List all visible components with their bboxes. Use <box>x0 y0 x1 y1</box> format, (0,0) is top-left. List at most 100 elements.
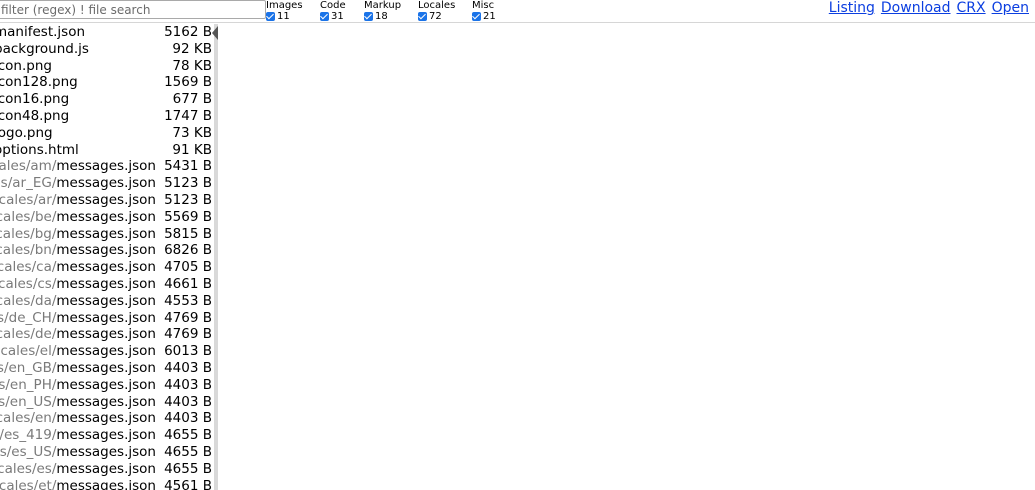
file-dir: _locales/es_419/ <box>0 427 57 444</box>
checkbox-code[interactable] <box>320 12 329 21</box>
file-name[interactable]: _locales/en_GB/messages.json <box>0 360 156 377</box>
file-row[interactable]: _locales/de/messages.json 4769 B <box>0 326 214 343</box>
file-size: 1569 B <box>164 74 212 91</box>
file-dir: _locales/be/ <box>0 208 57 225</box>
file-name[interactable]: _locales/bn/messages.json <box>0 242 156 259</box>
file-basename: messages.json <box>56 242 156 259</box>
file-name[interactable]: _locales/et/messages.json <box>0 478 156 490</box>
file-name[interactable]: _locales/bg/messages.json <box>0 226 156 243</box>
category-images[interactable]: Images 11 <box>266 0 303 22</box>
toolbar: Images 11 Code 31 Markup 18 Locales 72 M… <box>0 0 1035 23</box>
file-name[interactable]: icon16.png <box>0 91 69 108</box>
file-name[interactable]: _locales/el/messages.json <box>0 343 156 360</box>
file-size: 73 KB <box>172 124 212 141</box>
file-basename: messages.json <box>56 158 156 175</box>
file-name[interactable]: _locales/es/messages.json <box>0 461 156 478</box>
file-name[interactable]: _locales/am/messages.json <box>0 158 156 175</box>
file-name[interactable]: _locales/ar_EG/messages.json <box>0 175 156 192</box>
file-row[interactable]: _locales/en_US/messages.json 4403 B <box>0 394 214 411</box>
download-link[interactable]: Download <box>881 0 951 16</box>
file-basename: messages.json <box>56 191 156 208</box>
file-row[interactable]: icon16.png 677 B <box>0 91 214 108</box>
file-row[interactable]: options.html 91 KB <box>0 142 214 159</box>
category-misc[interactable]: Misc 21 <box>472 0 496 22</box>
file-row[interactable]: _locales/en/messages.json 4403 B <box>0 410 214 427</box>
file-name[interactable]: _locales/es_419/messages.json <box>0 427 156 444</box>
file-dir: _locales/ar/ <box>0 191 57 208</box>
file-size: 5123 B <box>164 175 212 192</box>
file-name[interactable]: _locales/de/messages.json <box>0 326 156 343</box>
category-count: 72 <box>429 11 442 22</box>
file-row[interactable]: icon.png 78 KB <box>0 58 214 75</box>
file-basename: icon.png <box>0 57 52 74</box>
file-row[interactable]: _locales/de_CH/messages.json 4769 B <box>0 310 214 327</box>
file-size: 92 KB <box>172 40 212 57</box>
file-size: 4403 B <box>164 376 212 393</box>
file-row[interactable]: _locales/bg/messages.json 5815 B <box>0 226 214 243</box>
file-row[interactable]: _locales/ar/messages.json 5123 B <box>0 192 214 209</box>
checkbox-misc[interactable] <box>472 12 481 21</box>
file-name[interactable]: manifest.json <box>0 24 85 41</box>
category-locales[interactable]: Locales 72 <box>418 0 455 22</box>
file-name[interactable]: _locales/da/messages.json <box>0 293 156 310</box>
file-basename: manifest.json <box>0 24 86 40</box>
file-row[interactable]: _locales/es_US/messages.json 4655 B <box>0 444 214 461</box>
listing-link[interactable]: Listing <box>829 0 875 16</box>
file-row[interactable]: _locales/cs/messages.json 4661 B <box>0 276 214 293</box>
file-name[interactable]: background.js <box>0 41 89 58</box>
file-size: 5162 B <box>164 24 212 40</box>
file-row[interactable]: _locales/da/messages.json 4553 B <box>0 293 214 310</box>
file-name[interactable]: icon128.png <box>0 74 78 91</box>
file-row[interactable]: _locales/ca/messages.json 4705 B <box>0 259 214 276</box>
file-size: 91 KB <box>172 141 212 158</box>
file-row[interactable]: _locales/en_GB/messages.json 4403 B <box>0 360 214 377</box>
file-row[interactable]: _locales/es/messages.json 4655 B <box>0 461 214 478</box>
category-code[interactable]: Code 31 <box>320 0 346 22</box>
file-name[interactable]: _locales/cs/messages.json <box>0 276 156 293</box>
file-basename: icon128.png <box>0 74 78 91</box>
file-row[interactable]: logo.png 73 KB <box>0 125 214 142</box>
file-name[interactable]: options.html <box>0 142 79 159</box>
file-list: manifest.json5162 Bbackground.js92 KBico… <box>0 24 214 490</box>
category-label: Markup <box>364 0 402 11</box>
file-basename: messages.json <box>56 477 156 490</box>
file-row[interactable]: _locales/ar_EG/messages.json 5123 B <box>0 175 214 192</box>
file-row[interactable]: _locales/el/messages.json 6013 B <box>0 343 214 360</box>
file-row[interactable]: icon48.png 1747 B <box>0 108 214 125</box>
file-row[interactable]: manifest.json 5162 B <box>0 24 214 41</box>
checkbox-images[interactable] <box>266 12 275 21</box>
file-basename: icon48.png <box>0 107 70 124</box>
file-dir: _locales/de_CH/ <box>0 309 57 326</box>
file-name[interactable]: _locales/en_US/messages.json <box>0 394 156 411</box>
file-row[interactable]: _locales/am/messages.json 5431 B <box>0 158 214 175</box>
file-dir: _locales/el/ <box>0 343 57 360</box>
filter-input[interactable] <box>0 0 266 19</box>
file-row[interactable]: _locales/bn/messages.json 6826 B <box>0 242 214 259</box>
file-name[interactable]: _locales/es_US/messages.json <box>0 444 156 461</box>
file-name[interactable]: _locales/en_PH/messages.json <box>0 377 156 394</box>
checkbox-markup[interactable] <box>364 12 373 21</box>
file-name[interactable]: icon48.png <box>0 108 69 125</box>
crx-link[interactable]: CRX <box>957 0 986 16</box>
file-name[interactable]: _locales/ca/messages.json <box>0 259 156 276</box>
file-row[interactable]: icon128.png 1569 B <box>0 74 214 91</box>
file-name[interactable]: logo.png <box>0 125 53 142</box>
file-name[interactable]: icon.png <box>0 58 52 75</box>
file-name[interactable]: _locales/ar/messages.json <box>0 192 156 209</box>
file-row[interactable]: _locales/et/messages.json 4561 B <box>0 478 214 490</box>
file-name[interactable]: _locales/en/messages.json <box>0 410 156 427</box>
file-size: 677 B <box>172 91 212 108</box>
file-size: 5569 B <box>164 208 212 225</box>
category-markup[interactable]: Markup 18 <box>364 0 401 22</box>
file-name[interactable]: _locales/de_CH/messages.json <box>0 310 156 327</box>
file-row[interactable]: _locales/en_PH/messages.json 4403 B <box>0 377 214 394</box>
checkbox-locales[interactable] <box>418 12 427 21</box>
file-size: 4661 B <box>164 275 212 292</box>
file-row[interactable]: background.js 92 KB <box>0 41 214 58</box>
open-link[interactable]: Open <box>992 0 1029 16</box>
file-row[interactable]: _locales/es_419/messages.json 4655 B <box>0 427 214 444</box>
file-row[interactable]: _locales/be/messages.json 5569 B <box>0 209 214 226</box>
file-size: 4655 B <box>164 443 212 460</box>
file-name[interactable]: _locales/be/messages.json <box>0 209 156 226</box>
file-size: 4655 B <box>164 460 212 477</box>
